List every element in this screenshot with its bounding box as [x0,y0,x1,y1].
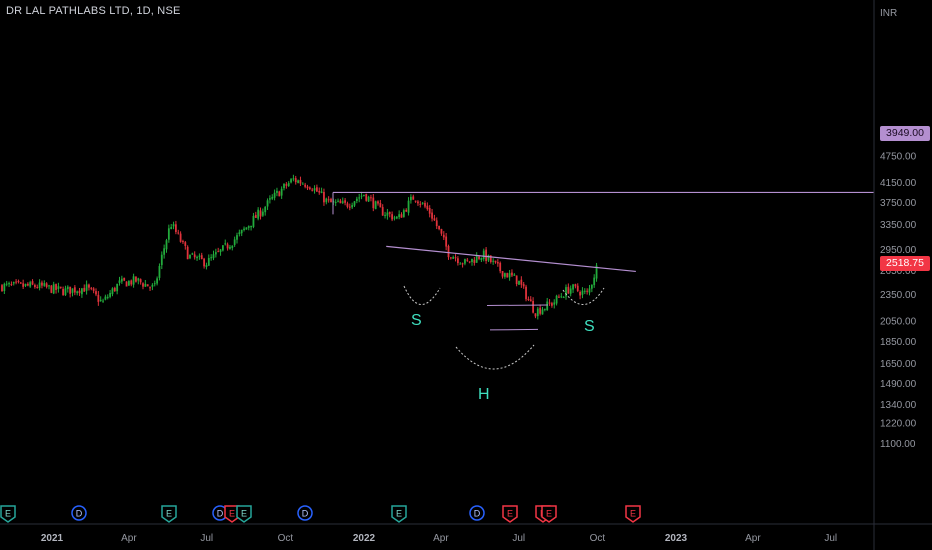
time-tick-label: Oct [278,533,294,544]
time-tick-label: Apr [433,533,449,544]
svg-text:E: E [630,509,636,519]
svg-text:E: E [166,509,172,519]
candle [518,280,520,285]
time-tick-label: 2023 [665,533,688,544]
time-tick-label: Apr [745,533,761,544]
price-tick-label: 1650.00 [880,359,917,370]
candle [374,200,377,210]
svg-text:E: E [241,509,247,519]
svg-text:E: E [396,509,402,519]
candle [50,284,53,294]
time-tick-label: 2022 [353,533,376,544]
candle [278,190,281,197]
chart-title: DR LAL PATHLABS LTD, 1D, NSE [6,5,181,17]
price-tick-label: 4750.00 [880,152,917,163]
price-chart[interactable]: 5250.004750.004150.003750.003350.002950.… [0,0,932,550]
price-tick-label: 1340.00 [880,400,917,411]
price-tick-label: 3750.00 [880,198,917,209]
time-tick-label: 2021 [41,533,64,544]
time-tick-label: Apr [121,533,137,544]
dividend-marker[interactable]: D [71,505,87,521]
price-tick-label: 1850.00 [880,337,917,348]
price-tick-label: 1490.00 [880,379,917,390]
time-tick-label: Jul [512,533,525,544]
price-tick-label: 2350.00 [880,290,917,301]
svg-text:D: D [76,509,83,519]
svg-text:D: D [474,509,481,519]
price-tick-label: 2950.00 [880,245,917,256]
candle [365,193,368,202]
currency-label: INR [880,8,897,19]
dividend-marker[interactable]: D [297,505,313,521]
candle [135,276,137,283]
price-tick-label: 1100.00 [880,439,916,450]
svg-text:D: D [302,509,309,519]
candle [125,281,128,287]
candle [525,284,527,302]
svg-text:E: E [229,509,235,519]
price-tick-label: 3350.00 [880,220,917,231]
svg-text:E: E [507,509,513,519]
candle [245,227,248,230]
chart-background [0,0,932,550]
last-price-label: 2518.75 [880,256,930,271]
time-tick-label: Jul [200,533,213,544]
right-shoulder-label: S [584,318,595,335]
left-shoulder-label: S [411,312,422,329]
candle [1,284,3,292]
head-label: H [478,386,490,403]
svg-text:D: D [217,509,224,519]
candle [186,245,189,260]
price-tick-label: 2050.00 [880,317,917,328]
svg-text:E: E [5,509,11,519]
candle [506,272,509,278]
price-tick-label: 4150.00 [880,178,917,189]
candle [128,280,130,286]
price-tick-label: 1220.00 [880,418,917,429]
time-tick-label: Oct [590,533,606,544]
time-tick-label: Jul [824,533,837,544]
svg-text:E: E [546,509,552,519]
candle [146,284,149,287]
resistance-price-label: 3949.00 [880,126,930,141]
channel-bottom-line[interactable] [489,328,539,331]
dividend-marker[interactable]: D [469,505,485,521]
